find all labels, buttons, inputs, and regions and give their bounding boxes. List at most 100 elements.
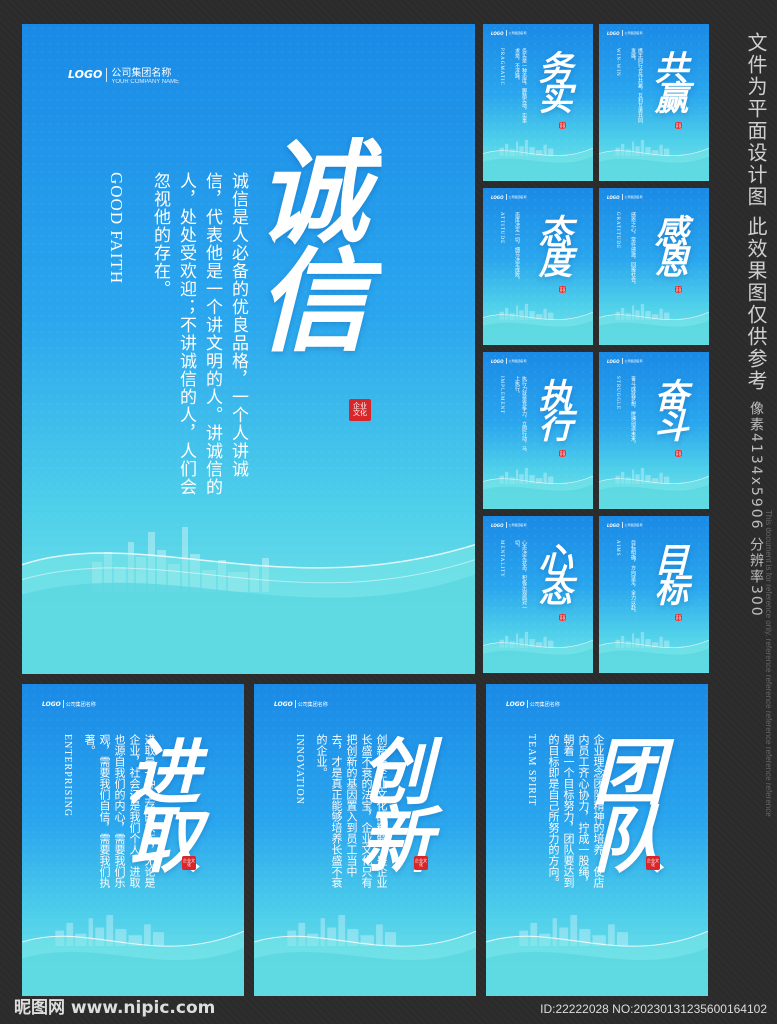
main-poster: LOGO 公司集团名称 YOUR COMPANY NAME 诚信 企业文化 诚信… [22, 24, 475, 674]
seal-stamp: 企业文化 [182, 856, 196, 870]
logo-company-cn: 公司集团名称 [529, 701, 560, 708]
logo: LOGO 公司集团名称 [274, 700, 328, 708]
logo-company-cn: 公司集团名称 [624, 31, 643, 35]
logo-company-cn: 公司集团名称 [508, 195, 527, 199]
logo-divider [621, 358, 623, 364]
wave-decoration [599, 468, 709, 509]
seal-stamp: 企业文化 [559, 613, 566, 621]
logo-company-cn: 公司集团名称 [508, 523, 527, 527]
logo-company-cn: 公司集团名称 [111, 68, 172, 79]
side-note: 文件为平面设计图 此效果图仅供参考 像素4134x5906 分辨率300 [711, 32, 771, 617]
logo: LOGO 公司集团名称 [506, 700, 560, 708]
poster-title: 执行 [532, 378, 572, 438]
small-poster: LOGO 公司集团名称 心态 企业文化 心态决定状态，积极乐观面对一切。 MEN… [483, 516, 593, 673]
wave-decoration [22, 915, 244, 996]
seal-stamp: 企业文化 [559, 285, 566, 293]
logo-mark: LOGO [607, 522, 620, 528]
logo-divider [621, 30, 623, 36]
poster-body-text: 务实是一种态度，脚踏实地，实事求是，不浮躁。 [514, 48, 527, 123]
wave-decoration [486, 915, 708, 996]
poster-english-text: WIN-WIN [615, 48, 620, 77]
poster-body-text: 目标明确，方向坚定，全力以赴。 [630, 540, 636, 615]
logo-divider [505, 194, 507, 200]
logo-mark: LOGO [607, 30, 620, 36]
logo-divider [621, 522, 623, 528]
poster-body-text: 创新是企业文化的精髓，是企业长盛不衰的法宝，企业文化只有把创新的基因置入到员工当… [315, 734, 388, 888]
logo-divider [526, 700, 528, 708]
logo: LOGO 公司集团名称 [42, 700, 96, 708]
logo-mark: LOGO [607, 358, 620, 364]
poster-title: 感恩 [648, 214, 688, 274]
poster-body-text: 奋斗成就梦想，拼搏创造未来。 [630, 376, 636, 446]
logo: LOGO 公司集团名称 [607, 194, 643, 200]
small-poster: LOGO 公司集团名称 感恩 企业文化 感恩之心，常怀感激，回报社会。 GRAT… [599, 188, 709, 345]
logo: LOGO 公司集团名称 YOUR COMPANY NAME [68, 64, 179, 85]
logo-divider [294, 700, 296, 708]
wave-decoration [254, 915, 476, 996]
small-poster: LOGO 公司集团名称 态度 企业文化 态度决定一切，细节决定成败。 ATTIT… [483, 188, 593, 345]
logo-divider [106, 67, 108, 82]
site-watermark: 昵图网 www.nipic.com [14, 998, 216, 1018]
poster-body-text: 携手同行合作共赢，互利互惠共同发展。 [630, 48, 643, 123]
side-note-line1: 文件为平面设计图 [744, 32, 768, 208]
seal-stamp: 企业文化 [675, 285, 682, 293]
poster-english-text: AIMS [615, 540, 620, 557]
logo: LOGO 公司集团名称 [607, 358, 643, 364]
seal-stamp: 企业文化 [675, 449, 682, 457]
logo-mark: LOGO [68, 68, 103, 81]
logo-company-cn: 公司集团名称 [297, 701, 328, 708]
bottom-poster: LOGO 公司集团名称 团队 企业文化 企业理念团队精神的培养，使店内员工齐心协… [486, 684, 708, 996]
poster-english-text: ENTERPRISING [62, 734, 73, 818]
logo-mark: LOGO [491, 522, 504, 528]
poster-title: 目标 [648, 542, 688, 602]
logo-company-cn: 公司集团名称 [624, 523, 643, 527]
poster-title: 务实 [532, 50, 572, 110]
seal-stamp: 企业文化 [349, 399, 371, 421]
poster-english-text: ATTITUDE [499, 212, 504, 245]
logo-company-cn: 公司集团名称 [624, 195, 643, 199]
logo-divider [505, 522, 507, 528]
logo-company-cn: 公司集团名称 [65, 701, 96, 708]
poster-english-text: TEAM SPIRIT [526, 734, 537, 807]
small-poster: LOGO 公司集团名称 执行 企业文化 执行力就是竞争力，立即行动，马上执行。 … [483, 352, 593, 509]
small-poster: LOGO 公司集团名称 务实 企业文化 务实是一种态度，脚踏实地，实事求是，不浮… [483, 24, 593, 181]
seal-stamp: 企业文化 [414, 856, 428, 870]
logo-mark: LOGO [491, 30, 504, 36]
logo-mark: LOGO [506, 700, 525, 708]
poster-body-text: 执行力就是竞争力，立即行动，马上执行。 [514, 376, 527, 451]
seal-stamp: 企业文化 [559, 449, 566, 457]
logo: LOGO 公司集团名称 [491, 30, 527, 36]
logo-company-cn: 公司集团名称 [508, 359, 527, 363]
logo: LOGO 公司集团名称 [607, 30, 643, 36]
poster-title: 态度 [532, 214, 572, 274]
poster-body-text: 态度决定一切，细节决定成败。 [514, 212, 520, 282]
poster-english-text: GRATITUDE [615, 212, 620, 250]
wave-decoration [599, 304, 709, 345]
side-note-pixel-info: 像素4134x5906 分辨率300 [748, 400, 764, 618]
poster-english-text: IMPLEMENT [499, 376, 504, 415]
poster-english-text: MENTALITY [499, 540, 504, 578]
logo: LOGO 公司集团名称 [607, 522, 643, 528]
main-title: 诚信 [238, 134, 368, 350]
wave-decoration [483, 468, 593, 509]
logo-divider [505, 358, 507, 364]
logo-mark: LOGO [274, 700, 293, 708]
poster-body-text: 感恩之心，常怀感激，回报社会。 [630, 212, 636, 287]
poster-english-text: PRAGMATIC [499, 48, 504, 86]
image-id: ID:22222028 NO:20230131235600164102 [540, 1002, 767, 1016]
wave-decoration [483, 632, 593, 673]
logo: LOGO 公司集团名称 [491, 194, 527, 200]
logo: LOGO 公司集团名称 [491, 358, 527, 364]
small-poster: LOGO 公司集团名称 奋斗 企业文化 奋斗成就梦想，拼搏创造未来。 STRUG… [599, 352, 709, 509]
bottom-poster: LOGO 公司集团名称 进取 企业文化 进取是一种生存的状态，无论是企业，社会还… [22, 684, 244, 996]
logo-company-cn: 公司集团名称 [508, 31, 527, 35]
main-body-text: 诚信是人必备的优良品格，一个人讲诚信，代表他是一个讲文明的人。讲诚信的人，处处受… [150, 172, 248, 496]
seal-stamp: 企业文化 [675, 613, 682, 621]
side-note-line2: 此效果图仅供参考 [744, 216, 768, 393]
small-poster: LOGO 公司集团名称 目标 企业文化 目标明确，方向坚定，全力以赴。 AIMS [599, 516, 709, 673]
wave-decoration [483, 304, 593, 345]
small-poster: LOGO 公司集团名称 共赢 企业文化 携手同行合作共赢，互利互惠共同发展。 W… [599, 24, 709, 181]
seal-stamp: 企业文化 [559, 121, 566, 129]
poster-title: 共赢 [648, 50, 688, 110]
logo-mark: LOGO [42, 700, 61, 708]
